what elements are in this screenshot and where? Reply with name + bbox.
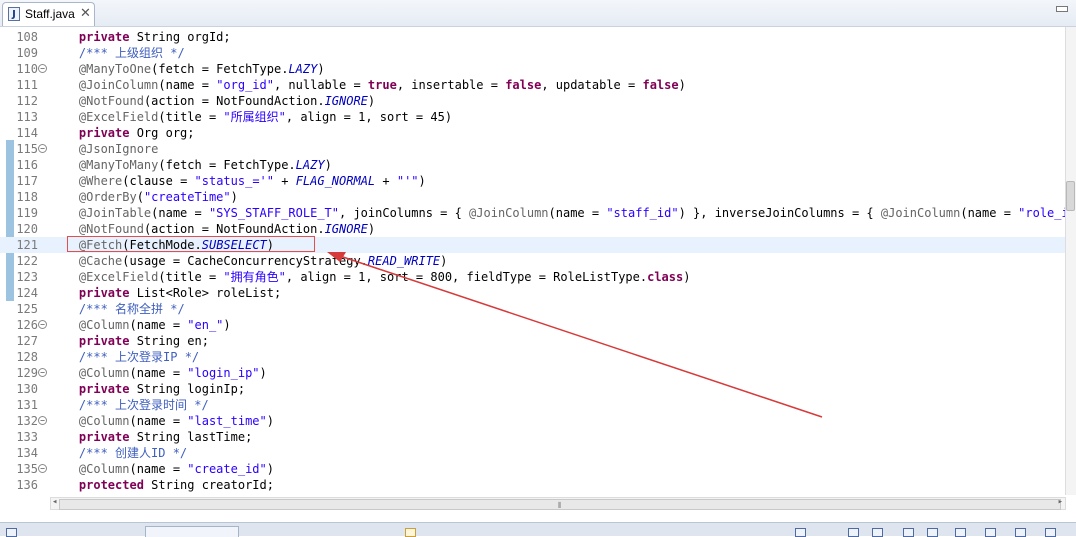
status-icon[interactable] <box>848 528 859 537</box>
status-icon[interactable] <box>1015 528 1026 537</box>
scroll-right-arrow-icon[interactable]: ▸ <box>1058 497 1063 507</box>
status-icon[interactable] <box>795 528 806 537</box>
bottom-panel-tab[interactable] <box>145 526 239 537</box>
status-icon[interactable] <box>6 528 17 537</box>
horizontal-scroll-thumb[interactable]: ⦀ <box>59 499 1061 510</box>
status-icon[interactable] <box>1045 528 1056 537</box>
vertical-scroll-thumb[interactable] <box>1066 181 1075 211</box>
annotation-arrow <box>327 252 823 418</box>
horizontal-scrollbar[interactable]: ◂ ⦀ ▸ <box>50 497 1066 510</box>
status-bar <box>0 522 1076 537</box>
scroll-grip-icon: ⦀ <box>558 501 562 510</box>
status-icon[interactable] <box>872 528 883 537</box>
vertical-scrollbar[interactable] <box>1065 27 1076 495</box>
status-icon[interactable] <box>927 528 938 537</box>
status-icon[interactable] <box>903 528 914 537</box>
status-icon[interactable] <box>405 528 416 537</box>
status-icon[interactable] <box>955 528 966 537</box>
status-icon[interactable] <box>985 528 996 537</box>
scroll-left-arrow-icon[interactable]: ◂ <box>52 497 57 507</box>
